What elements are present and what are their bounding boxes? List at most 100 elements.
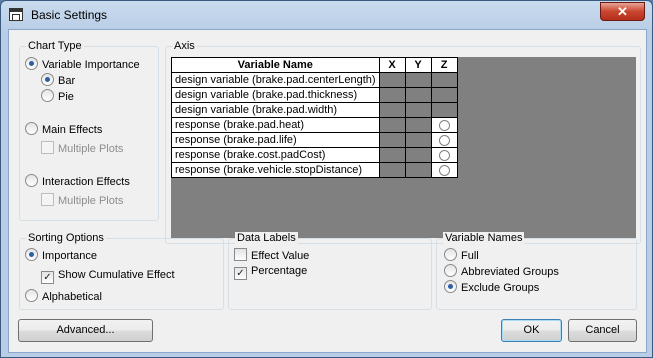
z-axis-radio-icon[interactable] (438, 134, 450, 146)
full-radio[interactable]: Full (444, 248, 479, 262)
interaction-effects-radio[interactable]: Interaction Effects (25, 174, 130, 188)
radio-unchecked-icon (444, 264, 457, 277)
checkbox-unchecked-icon (41, 141, 54, 154)
variable-name-cell[interactable]: response (brake.pad.life) (171, 132, 380, 148)
column-header-z[interactable]: Z (430, 57, 458, 73)
column-header-y[interactable]: Y (404, 57, 432, 73)
interaction-multiple-plots-checkbox[interactable]: Multiple Plots (41, 193, 123, 207)
main-multiple-plots-label: Multiple Plots (58, 143, 124, 155)
radio-checked-icon (25, 57, 38, 70)
x-axis-cell[interactable] (378, 162, 406, 178)
table-row: response (brake.pad.heat) (171, 117, 458, 133)
x-axis-cell[interactable] (378, 72, 406, 88)
main-effects-radio[interactable]: Main Effects (25, 122, 102, 136)
y-axis-cell[interactable] (404, 117, 432, 133)
pie-radio[interactable]: Pie (41, 89, 74, 103)
variable-importance-radio[interactable]: Variable Importance (25, 57, 140, 71)
checkbox-unchecked-icon (234, 248, 247, 261)
checkbox-unchecked-icon (41, 193, 54, 206)
full-label: Full (461, 250, 479, 262)
percentage-checkbox[interactable]: ✓ Percentage (234, 264, 308, 280)
z-axis-cell[interactable] (430, 87, 458, 103)
x-axis-cell[interactable] (378, 147, 406, 163)
main-multiple-plots-checkbox[interactable]: Multiple Plots (41, 141, 123, 155)
bar-label: Bar (58, 75, 76, 87)
x-axis-cell[interactable] (378, 117, 406, 133)
effect-value-checkbox[interactable]: Effect Value (234, 248, 309, 262)
advanced-button[interactable]: Advanced... (18, 319, 153, 342)
interaction-effects-label: Interaction Effects (42, 176, 130, 188)
x-axis-cell[interactable] (378, 132, 406, 148)
alphabetical-radio[interactable]: Alphabetical (25, 289, 102, 303)
show-cumulative-label: Show Cumulative Effect (58, 269, 175, 281)
alphabetical-label: Alphabetical (42, 291, 102, 303)
show-cumulative-checkbox[interactable]: ✓ Show Cumulative Effect (41, 268, 175, 284)
y-axis-cell[interactable] (404, 72, 432, 88)
axis-label: Axis (172, 40, 197, 53)
cancel-button[interactable]: Cancel (568, 319, 637, 342)
main-effects-label: Main Effects (42, 124, 103, 136)
interaction-multiple-plots-label: Multiple Plots (58, 195, 124, 207)
column-header-variable-name[interactable]: Variable Name (171, 57, 380, 73)
variable-importance-label: Variable Importance (42, 59, 140, 71)
close-button[interactable]: ✕ (600, 2, 645, 21)
variable-names-label: Variable Names (443, 232, 525, 245)
z-axis-cell[interactable] (430, 102, 458, 118)
table-row: response (brake.vehicle.stopDistance) (171, 162, 458, 178)
variable-name-cell[interactable]: design variable (brake.pad.width) (171, 102, 380, 118)
close-icon: ✕ (617, 4, 628, 19)
pie-label: Pie (58, 91, 74, 103)
z-axis-cell[interactable] (430, 147, 458, 163)
radio-unchecked-icon (41, 89, 54, 102)
z-axis-radio-icon[interactable] (438, 164, 450, 176)
radio-unchecked-icon (25, 174, 38, 187)
z-axis-radio-icon[interactable] (438, 149, 450, 161)
radio-checked-icon (444, 280, 457, 293)
effect-value-label: Effect Value (251, 250, 310, 262)
axis-grid-area: Variable Name X Y Z design variable (bra… (171, 57, 636, 238)
exclude-groups-label: Exclude Groups (461, 282, 540, 294)
abbreviated-groups-label: Abbreviated Groups (461, 266, 559, 278)
dialog-body: Chart Type Variable Importance Bar Pie M… (8, 29, 647, 353)
variable-name-cell[interactable]: response (brake.vehicle.stopDistance) (171, 162, 380, 178)
z-axis-radio-icon[interactable] (438, 119, 450, 131)
y-axis-cell[interactable] (404, 102, 432, 118)
abbreviated-groups-radio[interactable]: Abbreviated Groups (444, 264, 559, 278)
radio-unchecked-icon (444, 248, 457, 261)
z-axis-cell[interactable] (430, 72, 458, 88)
variable-name-cell[interactable]: design variable (brake.pad.centerLength) (171, 72, 380, 88)
bar-radio[interactable]: Bar (41, 73, 75, 87)
axis-table: Variable Name X Y Z design variable (bra… (171, 57, 458, 178)
y-axis-cell[interactable] (404, 132, 432, 148)
radio-unchecked-icon (25, 122, 38, 135)
window-icon (9, 8, 23, 21)
y-axis-cell[interactable] (404, 87, 432, 103)
radio-unchecked-icon (25, 289, 38, 302)
radio-checked-icon (41, 73, 54, 86)
data-labels-label: Data Labels (235, 232, 298, 245)
table-row: design variable (brake.pad.centerLength) (171, 72, 458, 88)
chart-type-label: Chart Type (26, 40, 84, 53)
z-axis-cell[interactable] (430, 117, 458, 133)
table-row: design variable (brake.pad.width) (171, 102, 458, 118)
table-row: response (brake.pad.life) (171, 132, 458, 148)
y-axis-cell[interactable] (404, 147, 432, 163)
ok-button[interactable]: OK (501, 319, 562, 342)
z-axis-cell[interactable] (430, 162, 458, 178)
radio-checked-icon (25, 248, 38, 261)
exclude-groups-radio[interactable]: Exclude Groups (444, 280, 539, 294)
variable-name-cell[interactable]: design variable (brake.pad.thickness) (171, 87, 380, 103)
checkbox-checked-icon: ✓ (234, 267, 247, 280)
importance-label: Importance (42, 250, 98, 262)
z-axis-cell[interactable] (430, 132, 458, 148)
table-row: design variable (brake.pad.thickness) (171, 87, 458, 103)
x-axis-cell[interactable] (378, 102, 406, 118)
x-axis-cell[interactable] (378, 87, 406, 103)
percentage-label: Percentage (251, 265, 308, 277)
y-axis-cell[interactable] (404, 162, 432, 178)
window-title: Basic Settings (31, 8, 108, 22)
variable-name-cell[interactable]: response (brake.cost.padCost) (171, 147, 380, 163)
importance-radio[interactable]: Importance (25, 248, 97, 262)
variable-name-cell[interactable]: response (brake.pad.heat) (171, 117, 380, 133)
column-header-x[interactable]: X (378, 57, 406, 73)
